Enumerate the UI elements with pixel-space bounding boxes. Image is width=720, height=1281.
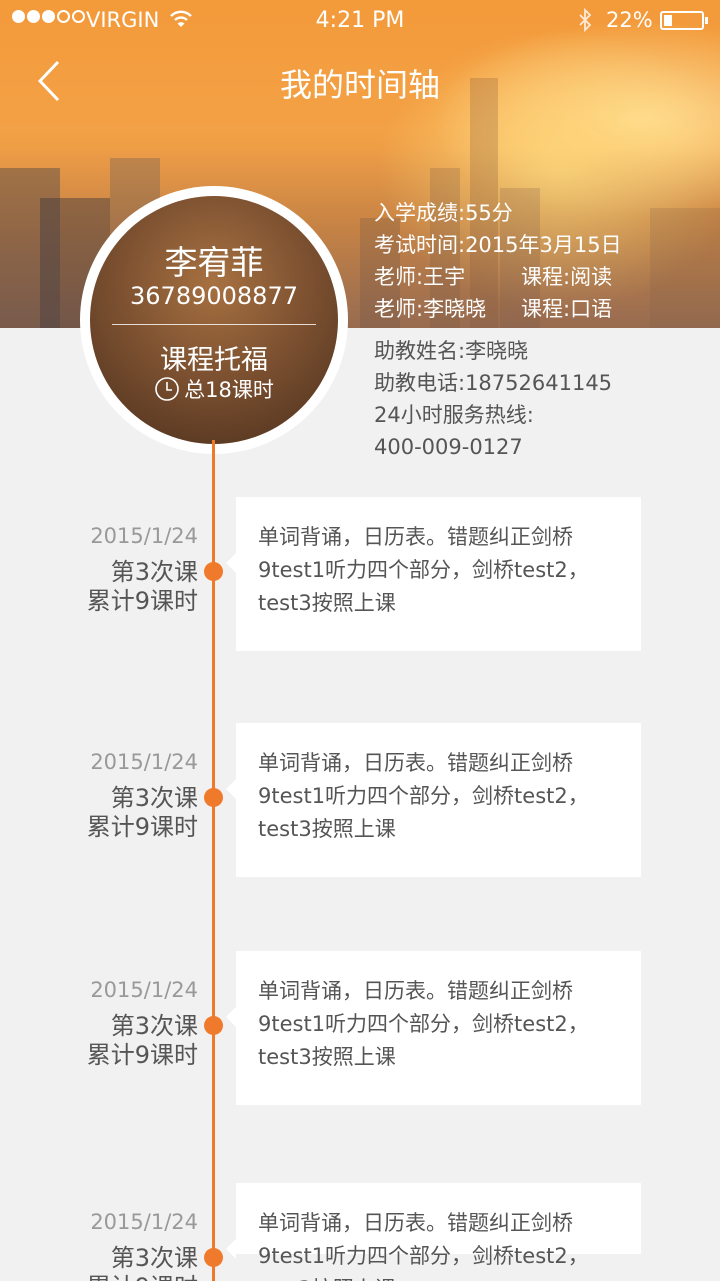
student-info: 入学成绩:55分 考试时间:2015年3月15日 老师:王宇 课程:阅读 老师:李… <box>374 197 622 463</box>
entry-text-line: 单词背诵，日历表。错题纠正剑桥 <box>258 751 573 775</box>
clock-icon <box>155 377 179 401</box>
battery-percentage: 22% <box>606 8 653 32</box>
entry-card[interactable]: 单词背诵，日历表。错题纠正剑桥 9test1听力四个部分，剑桥test2， te… <box>226 497 641 651</box>
timeline-dot <box>204 1248 223 1267</box>
profile-divider <box>112 324 316 325</box>
entry-hours: 累计9课时 <box>86 587 198 615</box>
entry-hours: 累计9课时 <box>86 1041 198 1069</box>
entry-text-line: 9test1听力四个部分，剑桥test2， <box>258 558 589 582</box>
entry-text-line: 9test1听力四个部分，剑桥test2， <box>258 1244 589 1268</box>
entry-text-line: test3按照上课 <box>258 591 396 615</box>
bluetooth-icon <box>579 8 592 32</box>
page-title: 我的时间轴 <box>279 66 440 104</box>
status-bar: VIRGIN 4:21 PM 22% <box>0 0 720 40</box>
total-hours: 总18课时 <box>90 374 338 404</box>
teacher-course-row-2: 老师:李晓晓 课程:口语 <box>374 293 622 325</box>
hotline-number[interactable]: 400-009-0127 <box>374 431 622 463</box>
assistant-phone[interactable]: 助教电话:18752641145 <box>374 367 622 399</box>
hotline-label: 24小时服务热线: <box>374 403 534 427</box>
entry-text-line: 单词背诵，日历表。错题纠正剑桥 <box>258 525 573 549</box>
entry-date: 2015/1/24 <box>90 1210 198 1234</box>
entry-card[interactable]: 单词背诵，日历表。错题纠正剑桥 9test1听力四个部分，剑桥test2， te… <box>226 1183 641 1281</box>
entry-date: 2015/1/24 <box>90 524 198 548</box>
entry-card[interactable]: 单词背诵，日历表。错题纠正剑桥 9test1听力四个部分，剑桥test2， te… <box>226 951 641 1105</box>
entry-date: 2015/1/24 <box>90 978 198 1002</box>
entry-date: 2015/1/24 <box>90 750 198 774</box>
admission-score: 入学成绩:55分 <box>374 201 513 225</box>
entry-text-line: 单词背诵，日历表。错题纠正剑桥 <box>258 979 573 1003</box>
course-2: 课程:口语 <box>521 297 613 321</box>
entry-text-line: test3按照上课 <box>258 1273 619 1281</box>
profile-card: 李宥菲 36789008877 课程托福 总18课时 <box>90 196 338 444</box>
timeline-dot <box>204 562 223 581</box>
timeline-dot <box>204 788 223 807</box>
total-hours-label: 总18课时 <box>184 378 274 402</box>
teacher-1: 老师:王宇 <box>374 265 466 289</box>
entry-card[interactable]: 单词背诵，日历表。错题纠正剑桥 9test1听力四个部分，剑桥test2， te… <box>226 723 641 877</box>
entry-text-line: 9test1听力四个部分，剑桥test2， <box>258 1012 589 1036</box>
entry-text-line: 9test1听力四个部分，剑桥test2， <box>258 784 589 808</box>
entry-text-line: 单词背诵，日历表。错题纠正剑桥 <box>258 1211 573 1235</box>
entry-text-line: test3按照上课 <box>258 817 396 841</box>
timeline-dot <box>204 1016 223 1035</box>
teacher-course-row-1: 老师:王宇 课程:阅读 <box>374 261 622 293</box>
assistant-name: 助教姓名:李晓晓 <box>374 339 529 363</box>
entry-hours: 累计9课时 <box>86 813 198 841</box>
course-1: 课程:阅读 <box>521 265 613 289</box>
entry-hours: 累计9课时 <box>87 1267 198 1281</box>
exam-time: 考试时间:2015年3月15日 <box>374 233 622 257</box>
teacher-2: 老师:李晓晓 <box>374 297 487 321</box>
entry-text-line: test3按照上课 <box>258 1045 396 1069</box>
battery-icon <box>660 11 708 30</box>
course-name: 课程托福 <box>160 345 268 376</box>
student-phone: 36789008877 <box>130 282 298 310</box>
student-name: 李宥菲 <box>164 243 264 282</box>
